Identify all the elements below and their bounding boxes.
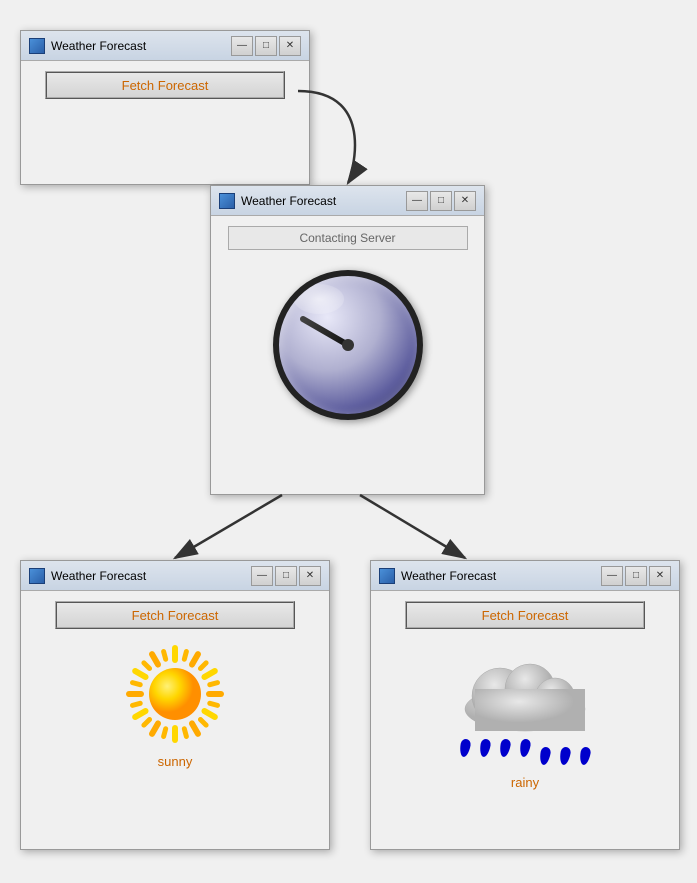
- maximize-btn-bottom-left[interactable]: □: [275, 566, 297, 586]
- maximize-btn-top-left[interactable]: □: [255, 36, 277, 56]
- title-text-bottom-left: Weather Forecast: [51, 569, 251, 583]
- fetch-forecast-btn-top-left[interactable]: Fetch Forecast: [45, 71, 285, 99]
- sun-weather-icon: [31, 629, 319, 749]
- window-icon-middle: [219, 193, 235, 209]
- title-bar-middle: Weather Forecast — □ ✕: [211, 186, 484, 216]
- raindrop-5: [539, 746, 552, 765]
- title-bar-bottom-right: Weather Forecast — □ ✕: [371, 561, 679, 591]
- close-btn-top-left[interactable]: ✕: [279, 36, 301, 56]
- raindrop-7: [579, 746, 592, 765]
- window-icon-top-left: [29, 38, 45, 54]
- close-btn-bottom-right[interactable]: ✕: [649, 566, 671, 586]
- title-text-bottom-right: Weather Forecast: [401, 569, 601, 583]
- window-icon-bottom-right: [379, 568, 395, 584]
- cloud-svg: [445, 644, 605, 734]
- window-controls-bottom-left: — □ ✕: [251, 566, 321, 586]
- close-btn-bottom-left[interactable]: ✕: [299, 566, 321, 586]
- window-controls-middle: — □ ✕: [406, 191, 476, 211]
- title-text-top-left: Weather Forecast: [51, 39, 231, 53]
- raindrop-2: [479, 738, 492, 757]
- weather-label-rainy: rainy: [381, 775, 669, 790]
- minimize-btn-top-left[interactable]: —: [231, 36, 253, 56]
- raindrop-1: [459, 738, 472, 757]
- window-controls-bottom-right: — □ ✕: [601, 566, 671, 586]
- window-bottom-left: Weather Forecast — □ ✕ Fetch Forecast: [20, 560, 330, 850]
- minimize-btn-bottom-right[interactable]: —: [601, 566, 623, 586]
- title-bar-bottom-left: Weather Forecast — □ ✕: [21, 561, 329, 591]
- maximize-btn-middle[interactable]: □: [430, 191, 452, 211]
- gauge-container: [221, 255, 474, 435]
- gauge-center: [342, 339, 354, 351]
- raindrop-3: [499, 738, 512, 757]
- window-icon-bottom-left: [29, 568, 45, 584]
- fetch-forecast-btn-bottom-right[interactable]: Fetch Forecast: [405, 601, 645, 629]
- sun-svg: [125, 644, 225, 744]
- loading-gauge: [273, 270, 423, 420]
- title-bar-top-left: Weather Forecast — □ ✕: [21, 31, 309, 61]
- window-controls-top-left: — □ ✕: [231, 36, 301, 56]
- weather-label-sunny: sunny: [31, 754, 319, 769]
- status-display: Contacting Server: [228, 226, 468, 250]
- rain-drops: [460, 739, 590, 765]
- window-bottom-right: Weather Forecast — □ ✕ Fetch Forecast: [370, 560, 680, 850]
- arrow-middle-to-bottom-right: [360, 495, 465, 558]
- fetch-forecast-btn-bottom-left[interactable]: Fetch Forecast: [55, 601, 295, 629]
- content-middle: Contacting Server: [211, 216, 484, 445]
- close-btn-middle[interactable]: ✕: [454, 191, 476, 211]
- minimize-btn-middle[interactable]: —: [406, 191, 428, 211]
- minimize-btn-bottom-left[interactable]: —: [251, 566, 273, 586]
- title-text-middle: Weather Forecast: [241, 194, 406, 208]
- window-middle: Weather Forecast — □ ✕ Contacting Server: [210, 185, 485, 495]
- raindrop-4: [519, 738, 532, 757]
- window-top-left: Weather Forecast — □ ✕ Fetch Forecast: [20, 30, 310, 185]
- content-top-left: Fetch Forecast: [21, 61, 309, 109]
- raindrop-6: [559, 746, 572, 765]
- cloud-weather-icon: [381, 629, 669, 770]
- sun-graphic: [125, 644, 225, 744]
- maximize-btn-bottom-right[interactable]: □: [625, 566, 647, 586]
- content-bottom-left: Fetch Forecast: [21, 591, 329, 779]
- arrow-middle-to-bottom-left: [175, 495, 282, 558]
- content-bottom-right: Fetch Forecast: [371, 591, 679, 800]
